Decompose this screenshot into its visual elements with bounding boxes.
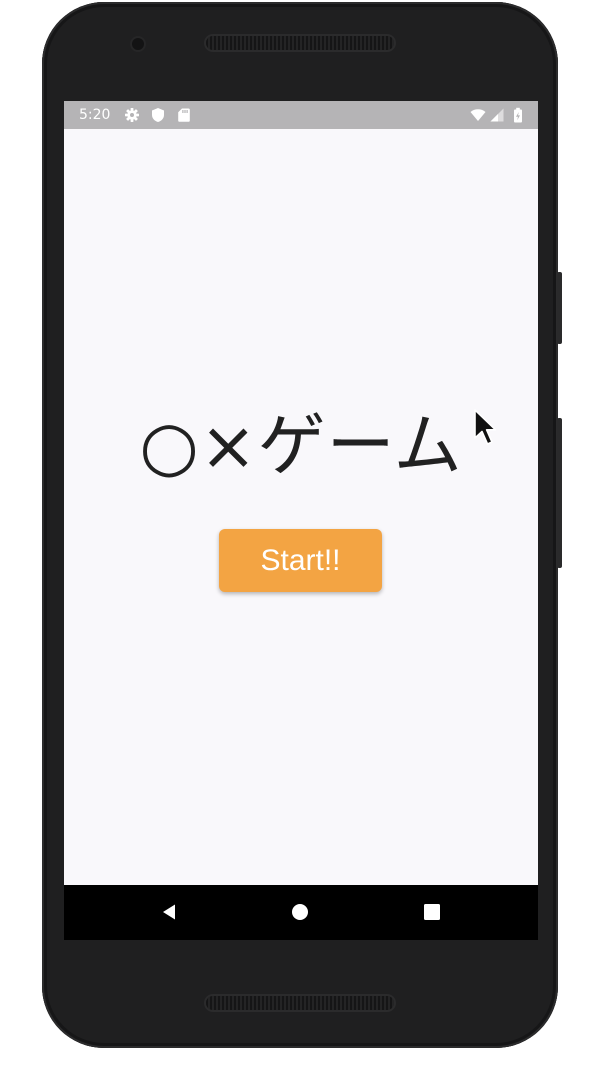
- back-icon[interactable]: [156, 899, 182, 925]
- start-button[interactable]: Start!!: [219, 529, 382, 592]
- status-time: 5:20: [79, 107, 111, 123]
- volume-button: [557, 418, 562, 568]
- home-icon[interactable]: [287, 899, 313, 925]
- navigation-bar: [64, 885, 538, 940]
- device-screen: 5:20 ○×ゲーム Start!!: [64, 101, 538, 940]
- power-button: [557, 272, 562, 344]
- bottom-speaker: [206, 996, 394, 1010]
- top-speaker: [206, 36, 394, 50]
- front-camera: [132, 38, 144, 50]
- game-title: ○×ゲーム: [139, 407, 463, 486]
- wifi-icon: [470, 107, 486, 123]
- app-content: ○×ゲーム Start!!: [64, 129, 538, 885]
- recents-icon[interactable]: [419, 899, 445, 925]
- cell-signal-icon: [489, 107, 505, 123]
- battery-icon: [510, 107, 526, 123]
- shield-icon: [150, 107, 166, 123]
- status-bar: 5:20: [64, 101, 538, 129]
- sd-card-icon: [176, 107, 192, 123]
- settings-icon: [124, 107, 140, 123]
